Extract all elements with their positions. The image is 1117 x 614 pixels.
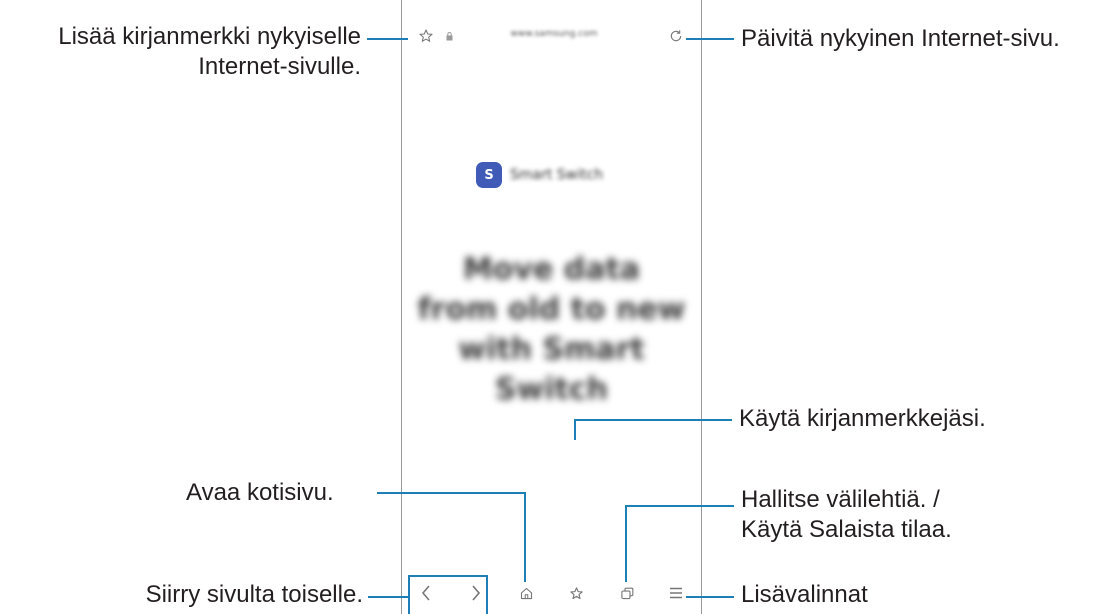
callout-bookmarks: Käytä kirjanmerkkejäsi.	[739, 405, 986, 432]
address-bar: www.samsung.com	[402, 22, 701, 50]
smart-switch-logo-icon: S	[476, 162, 502, 188]
menu-icon[interactable]	[666, 583, 686, 603]
page-headline: Move data from old to new with Smart Swi…	[402, 250, 701, 410]
headline-line: Move data	[462, 252, 641, 287]
home-icon[interactable]	[516, 583, 536, 603]
callout-text: Lisää kirjanmerkki nykyiselle	[58, 23, 361, 50]
callout-bookmark-add: Lisää kirjanmerkki nykyiselle Internet-s…	[58, 22, 361, 82]
callout-home: Avaa kotisivu.	[186, 479, 334, 506]
site-name: Smart Switch	[510, 167, 604, 183]
url-text[interactable]: www.samsung.com	[498, 29, 610, 39]
add-bookmark-star-icon[interactable]	[416, 26, 436, 46]
tabs-icon[interactable]	[617, 583, 637, 603]
headline-line: with Smart Switch	[458, 332, 645, 407]
callout-text: Hallitse välilehtiä. /	[741, 486, 940, 513]
headline-line: from old to new	[417, 292, 686, 327]
callout-refresh: Päivitä nykyinen Internet-sivu.	[741, 25, 1060, 52]
site-logo-row: S Smart Switch	[476, 160, 603, 190]
refresh-icon[interactable]	[666, 26, 686, 46]
browser-screen: www.samsung.com S Smart Switch Move data…	[401, 0, 702, 614]
callout-tabs: Hallitse välilehtiä. / Käytä Salaista ti…	[741, 485, 952, 545]
lock-icon	[444, 29, 454, 43]
callout-more: Lisävalinnat	[741, 581, 868, 608]
bookmarks-star-icon[interactable]	[566, 583, 586, 603]
callout-text: Käytä Salaista tilaa.	[741, 516, 952, 543]
callout-navigate: Siirry sivulta toiselle.	[145, 581, 363, 608]
callout-text: Internet-sivulle.	[198, 53, 361, 80]
navigation-highlight-box	[408, 575, 488, 614]
